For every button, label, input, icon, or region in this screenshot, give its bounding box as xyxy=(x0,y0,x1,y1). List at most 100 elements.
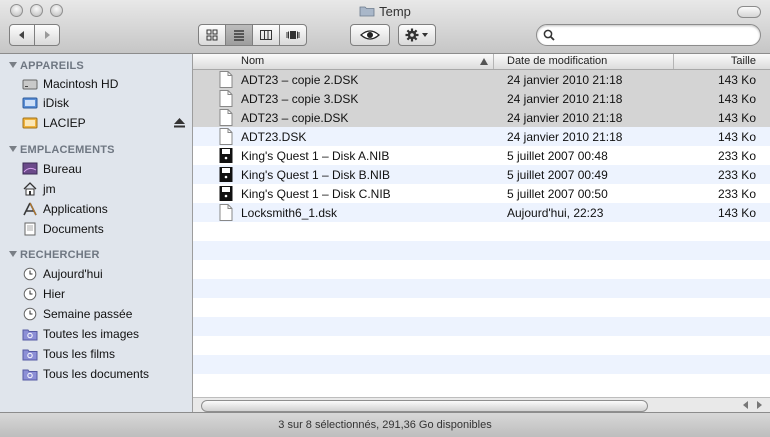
document-icon xyxy=(219,90,233,107)
sidebar-item-all-movies[interactable]: Tous les films xyxy=(22,345,115,363)
sidebar-section-search[interactable]: RECHERCHER xyxy=(9,249,100,261)
file-row[interactable]: King's Quest 1 – Disk B.NIB 5 juillet 20… xyxy=(193,165,770,184)
sidebar-item-last-week[interactable]: Semaine passée xyxy=(22,305,132,323)
view-columns-button[interactable] xyxy=(252,24,280,46)
file-row[interactable]: ADT23 – copie.DSK 24 janvier 2010 21:18 … xyxy=(193,108,770,127)
icon-view-icon xyxy=(206,29,218,41)
file-row[interactable]: King's Quest 1 – Disk A.NIB 5 juillet 20… xyxy=(193,146,770,165)
window-title-bar: Temp xyxy=(0,4,770,19)
file-size: 233 Ko xyxy=(717,168,756,182)
section-title: APPAREILS xyxy=(20,60,84,72)
search-input[interactable] xyxy=(559,28,753,44)
scroll-arrows-icon[interactable] xyxy=(742,400,764,410)
toolbar-toggle-button[interactable] xyxy=(737,6,761,18)
sidebar-item-label: Macintosh HD xyxy=(43,77,119,91)
file-row[interactable]: ADT23.DSK 24 janvier 2010 21:18 143 Ko xyxy=(193,127,770,146)
sidebar-item-laciep[interactable]: LACIEP xyxy=(22,114,187,132)
view-list-button[interactable] xyxy=(225,24,253,46)
column-header-date[interactable]: Date de modification xyxy=(507,55,607,67)
sidebar-item-idisk[interactable]: iDisk xyxy=(22,94,69,112)
file-size: 143 Ko xyxy=(717,130,756,144)
external-disk-icon xyxy=(22,115,38,131)
eye-icon xyxy=(360,30,380,40)
view-coverflow-button[interactable] xyxy=(279,24,307,46)
sidebar-item-all-documents[interactable]: Tous les documents xyxy=(22,365,149,383)
sidebar-item-label: iDisk xyxy=(43,96,69,110)
file-size: 233 Ko xyxy=(717,187,756,201)
file-name: ADT23 – copie.DSK xyxy=(241,111,349,125)
document-icon xyxy=(219,128,233,145)
file-date: 5 juillet 2007 00:48 xyxy=(507,149,608,163)
file-date: 24 janvier 2010 21:18 xyxy=(507,73,623,87)
sidebar-item-jm[interactable]: jm xyxy=(22,180,56,198)
floppy-disk-icon xyxy=(219,167,233,182)
clock-icon xyxy=(22,306,38,322)
scrollbar-thumb[interactable] xyxy=(201,400,648,412)
search-field[interactable] xyxy=(536,24,761,46)
home-icon xyxy=(22,181,38,197)
disclosure-triangle-icon xyxy=(9,146,17,152)
sidebar-item-label: Tous les films xyxy=(43,347,116,361)
sidebar-item-label: LACIEP xyxy=(43,116,86,130)
file-name: ADT23 – copie 2.DSK xyxy=(241,73,359,87)
status-bar: 3 sur 8 sélectionnés, 291,36 Go disponib… xyxy=(0,412,770,437)
file-name: King's Quest 1 – Disk A.NIB xyxy=(241,149,390,163)
file-size: 143 Ko xyxy=(717,73,756,87)
smart-folder-icon xyxy=(22,326,38,342)
file-row[interactable]: Locksmith6_1.dsk Aujourd'hui, 22:23 143 … xyxy=(193,203,770,222)
eject-icon[interactable] xyxy=(174,118,185,128)
sidebar-item-applications[interactable]: Applications xyxy=(22,200,108,218)
floppy-disk-icon xyxy=(219,148,233,163)
sidebar-item-bureau[interactable]: Bureau xyxy=(22,160,82,178)
sidebar-item-label: Applications xyxy=(43,202,108,216)
sidebar-section-places[interactable]: EMPLACEMENTS xyxy=(9,144,115,156)
file-row[interactable]: ADT23 – copie 3.DSK 24 janvier 2010 21:1… xyxy=(193,89,770,108)
sidebar-item-label: Documents xyxy=(43,222,104,236)
file-list: ADT23 – copie 2.DSK 24 janvier 2010 21:1… xyxy=(193,54,770,397)
sidebar-item-yesterday[interactable]: Hier xyxy=(22,285,65,303)
documents-icon xyxy=(22,221,38,237)
status-text: 3 sur 8 sélectionnés, 291,36 Go disponib… xyxy=(278,419,492,431)
sidebar-item-label: jm xyxy=(43,182,56,196)
horizontal-scrollbar[interactable] xyxy=(193,397,770,413)
file-date: 24 janvier 2010 21:18 xyxy=(507,130,623,144)
sidebar-item-all-images[interactable]: Toutes les images xyxy=(22,325,139,343)
quick-look-button[interactable] xyxy=(350,24,390,46)
idisk-icon xyxy=(22,95,38,111)
coverflow-view-icon xyxy=(286,31,300,39)
sort-ascending-icon xyxy=(480,58,488,65)
clock-icon xyxy=(22,286,38,302)
search-icon xyxy=(543,29,555,41)
section-title: RECHERCHER xyxy=(20,249,100,261)
file-row[interactable]: King's Quest 1 – Disk C.NIB 5 juillet 20… xyxy=(193,184,770,203)
action-menu-button[interactable] xyxy=(398,24,436,46)
document-icon xyxy=(219,71,233,88)
clock-icon xyxy=(22,266,38,282)
folder-icon xyxy=(359,6,375,17)
sidebar-item-label: Tous les documents xyxy=(43,367,150,381)
document-icon xyxy=(219,204,233,221)
smart-folder-icon xyxy=(22,346,38,362)
file-row[interactable]: ADT23 – copie 2.DSK 24 janvier 2010 21:1… xyxy=(193,70,770,89)
sidebar-item-today[interactable]: Aujourd'hui xyxy=(22,265,103,283)
hard-disk-icon xyxy=(22,76,38,92)
view-icons-button[interactable] xyxy=(198,24,226,46)
desktop-icon xyxy=(22,161,38,177)
file-date: 24 janvier 2010 21:18 xyxy=(507,111,623,125)
sidebar-item-label: Toutes les images xyxy=(43,327,140,341)
column-header-size[interactable]: Taille xyxy=(731,55,756,67)
file-name: Locksmith6_1.dsk xyxy=(241,206,338,220)
gear-icon xyxy=(405,28,428,42)
column-view-icon xyxy=(260,30,272,40)
back-button[interactable] xyxy=(9,24,35,46)
sidebar-section-devices[interactable]: APPAREILS xyxy=(9,60,84,72)
sidebar-item-macintosh-hd[interactable]: Macintosh HD xyxy=(22,75,118,93)
disclosure-triangle-icon xyxy=(9,62,17,68)
sidebar-item-documents[interactable]: Documents xyxy=(22,220,104,238)
file-size: 143 Ko xyxy=(717,92,756,106)
file-name: ADT23 – copie 3.DSK xyxy=(241,92,359,106)
column-header-name[interactable]: Nom xyxy=(241,55,264,67)
sidebar: APPAREILS Macintosh HD iDisk LACIEP EMPL… xyxy=(0,54,193,412)
file-date: Aujourd'hui, 22:23 xyxy=(507,206,604,220)
forward-button[interactable] xyxy=(34,24,60,46)
